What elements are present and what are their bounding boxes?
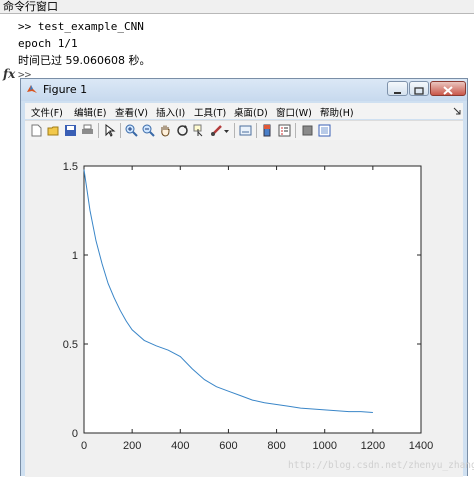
x-tick-label: 1000 — [312, 440, 336, 452]
command-output-line: epoch 1/1 — [18, 37, 78, 50]
y-tick-label: 0.5 — [63, 339, 78, 351]
x-tick-label: 0 — [81, 440, 87, 452]
command-history-line: >> test_example_CNN — [18, 20, 144, 33]
x-tick-label: 1200 — [361, 440, 385, 452]
plot-area — [83, 165, 422, 434]
function-browser-icon[interactable]: fx — [3, 67, 15, 81]
x-tick-label: 400 — [171, 440, 189, 452]
command-output-line: 时间已过 59.060608 秒。 — [18, 54, 151, 67]
x-tick-label: 1400 — [409, 440, 433, 452]
loss-chart: 0 200 400 600 800 1000 1200 1400 0 0.5 1 1.5 — [63, 161, 434, 452]
y-tick-label: 0 — [72, 428, 78, 440]
x-tick-label: 800 — [267, 440, 285, 452]
x-tick-label: 200 — [123, 440, 141, 452]
dock-arrow-icon[interactable] — [453, 107, 461, 115]
y-tick-label: 1 — [72, 250, 78, 262]
command-window-titlebar: 命令行窗口 — [0, 0, 474, 14]
x-tick-label: 600 — [219, 440, 237, 452]
command-window-title: 命令行窗口 — [3, 0, 58, 13]
watermark: http://blog.csdn.net/zhenyu_zhang — [288, 460, 474, 471]
y-tick-label: 1.5 — [63, 161, 78, 173]
